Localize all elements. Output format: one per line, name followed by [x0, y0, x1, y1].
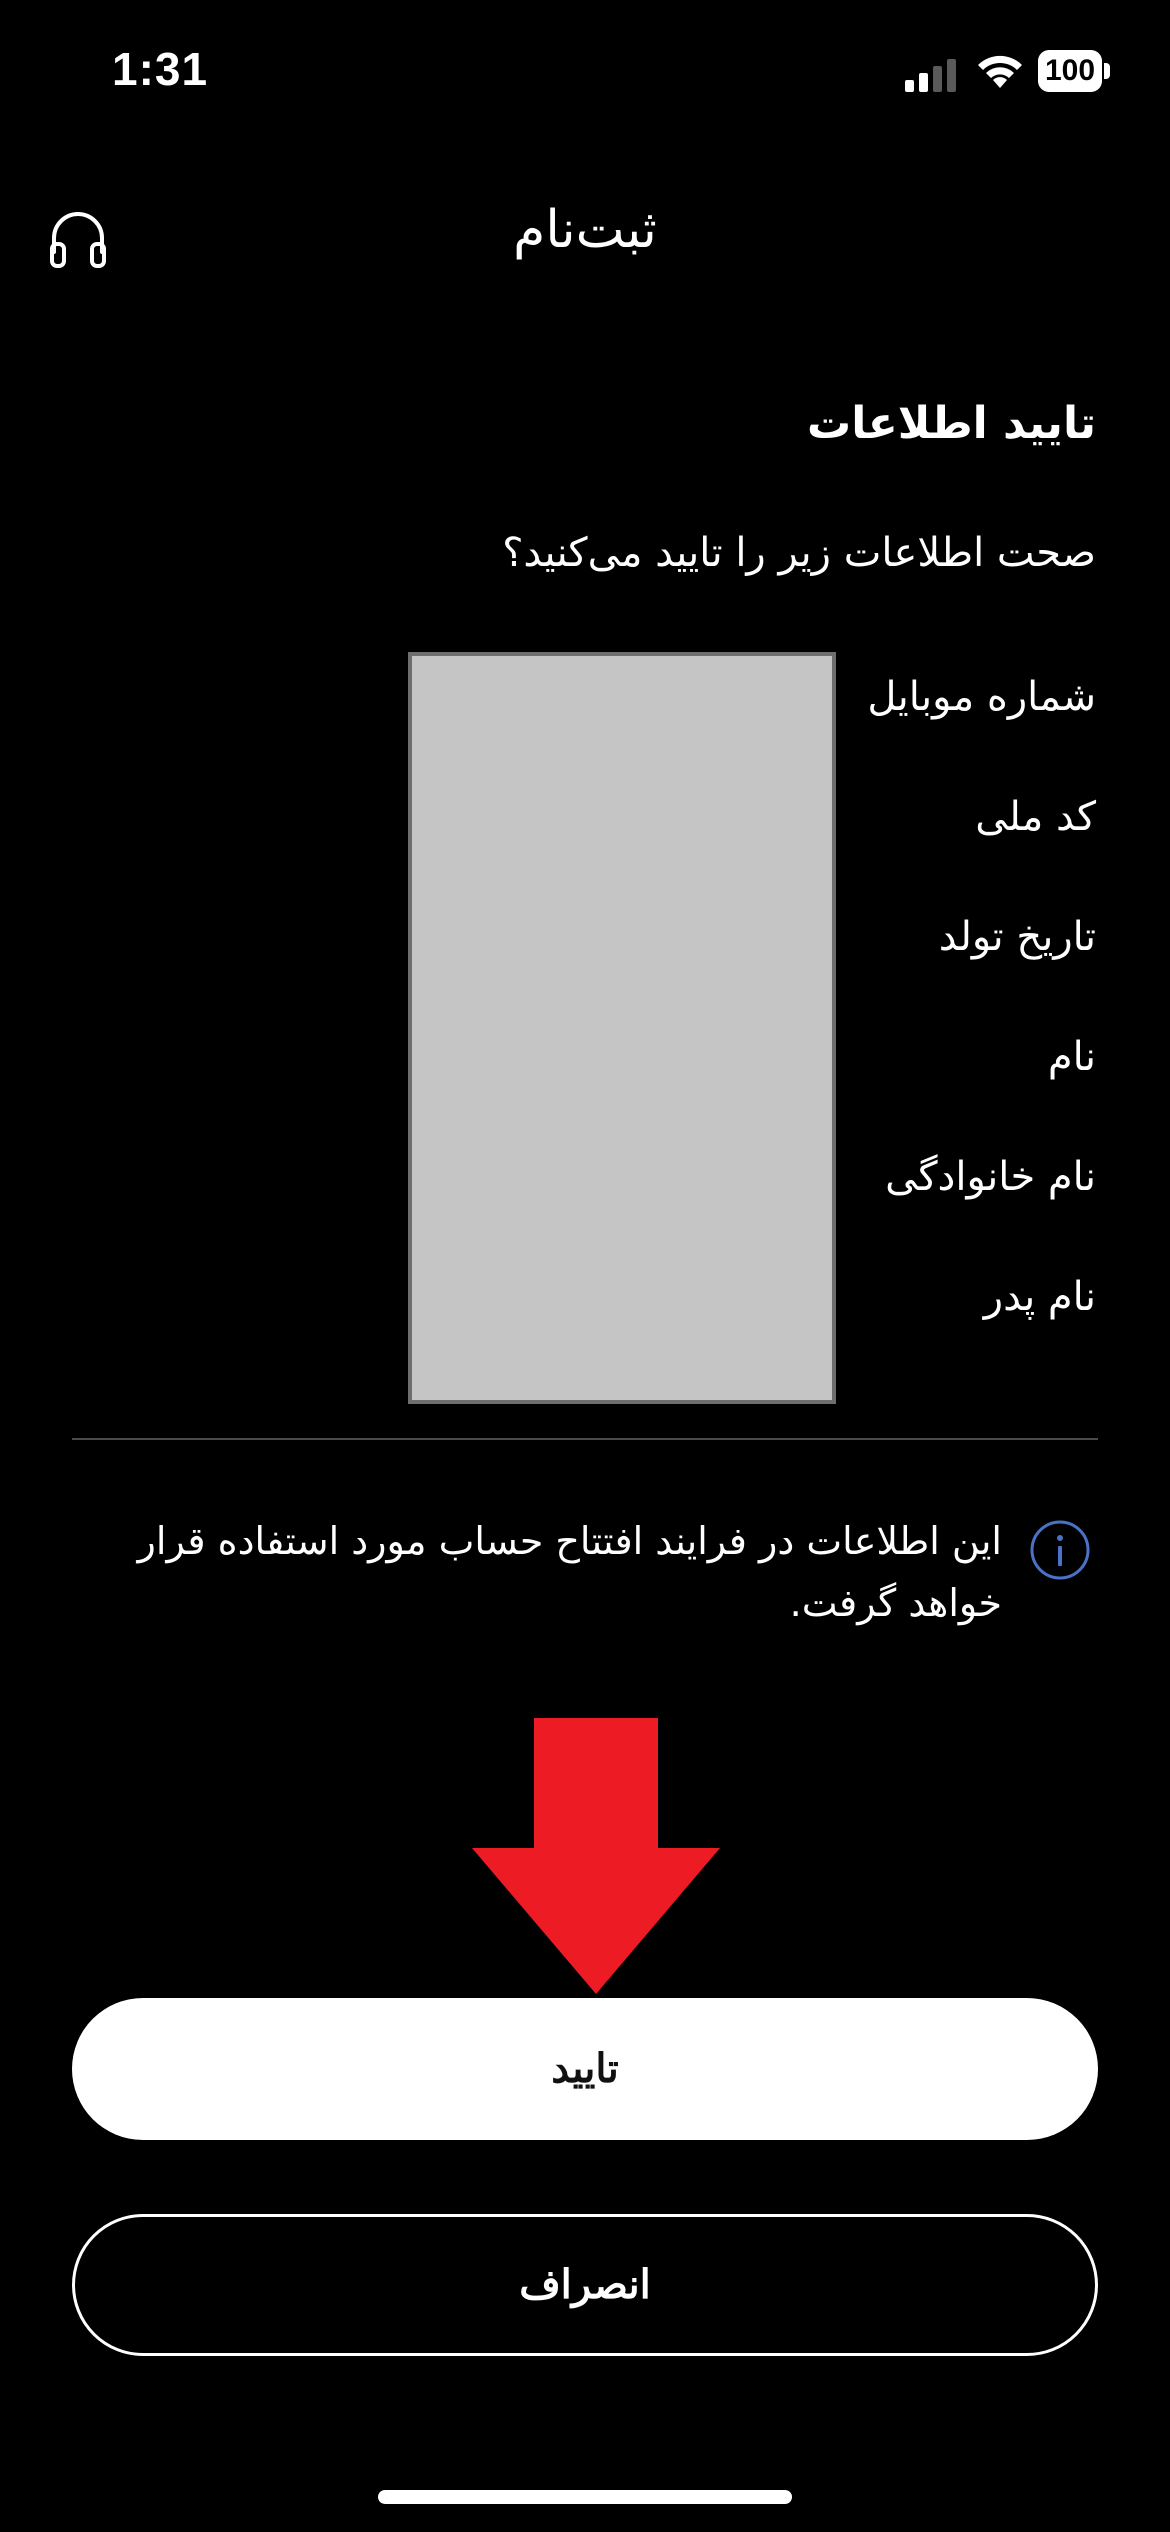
info-icon: [1030, 1520, 1090, 1580]
field-label-father-name: نام پدر: [983, 1274, 1096, 1320]
cancel-button[interactable]: انصراف: [72, 2214, 1098, 2356]
confirmation-question: صحت اطلاعات زیر را تایید می‌کنید؟: [502, 530, 1096, 576]
wifi-icon: [978, 55, 1022, 88]
screen: 1:31 100 ثبت‌نام تایید اطلاعات صحت اطلاع…: [0, 0, 1170, 2532]
field-label-national-code: کد ملی: [975, 794, 1096, 840]
section-title: تایید اطلاعات: [807, 398, 1096, 449]
arrow-down-icon: [472, 1718, 720, 1994]
cellular-signal-icon: [905, 59, 956, 92]
field-label-first-name: نام: [1047, 1034, 1096, 1080]
divider: [72, 1438, 1098, 1440]
field-label-mobile: شماره موبایل: [867, 674, 1096, 720]
field-label-birth-date: تاریخ تولد: [938, 914, 1096, 960]
battery-icon: 100: [1038, 50, 1112, 92]
confirm-button[interactable]: تایید: [72, 1998, 1098, 2140]
field-label-last-name: نام خانوادگی: [885, 1154, 1096, 1200]
status-time: 1:31: [112, 43, 209, 95]
battery-level: 100: [1038, 50, 1102, 92]
battery-cap: [1104, 63, 1110, 79]
page-title: ثبت‌نام: [513, 200, 657, 260]
redacted-values-box: [408, 652, 836, 1404]
info-message: این اطلاعات در فرایند افتتاح حساب مورد ا…: [137, 1519, 1002, 1625]
home-indicator[interactable]: [378, 2490, 792, 2504]
